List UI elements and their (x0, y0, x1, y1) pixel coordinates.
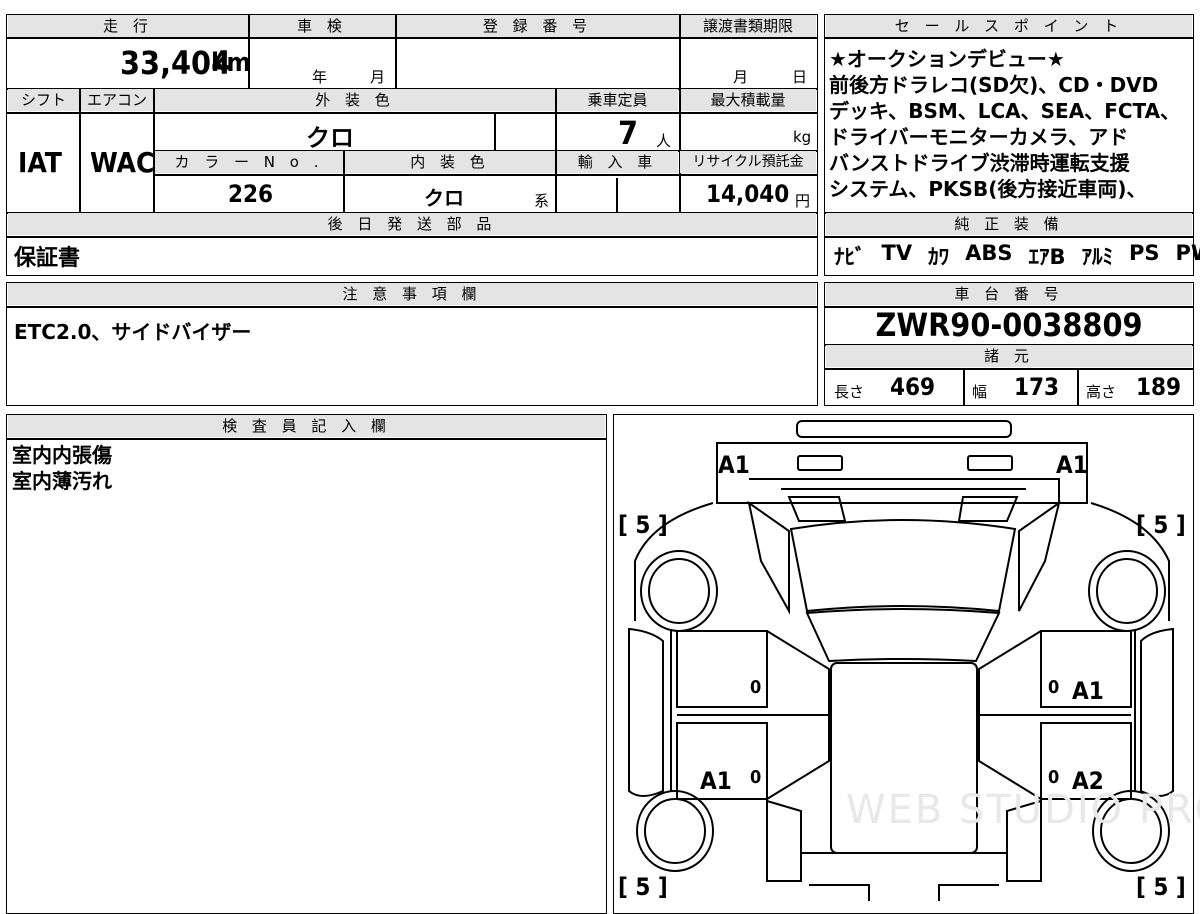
later-parts-value: 保証書 (14, 240, 80, 272)
import-header: 輸 入 車 (557, 151, 678, 173)
handle-mark-right-front: 0 (1048, 677, 1059, 698)
equipment-item: ABS (965, 241, 1012, 271)
equipment-item: PS (1129, 241, 1160, 271)
handle-mark-right-rear: 0 (1048, 767, 1059, 788)
width-value: 173 (1014, 373, 1059, 401)
capacity-header: 乗車定員 (557, 89, 678, 111)
notes-text: ETC2.0、サイドバイザー (14, 316, 251, 345)
transfer-deadline-header: 譲渡書類期限 (680, 15, 816, 37)
width-label: 幅 (972, 381, 987, 402)
damage-diagram: A1 A1 [ 5 ] [ 5 ] 0 0 A1 A1 0 0 A2 [ 5 ]… (613, 414, 1194, 914)
shaken-year: 年 (312, 66, 327, 87)
equipment-item: PW (1176, 241, 1200, 271)
recycle-unit: 円 (795, 190, 810, 211)
tire-mark-rear-right: [ 5 ] (1136, 873, 1186, 901)
transfer-day: 日 (792, 66, 807, 87)
tire-mark-front-right: [ 5 ] (1136, 511, 1186, 539)
sales-point-line: デッキ、BSM、LCA、SEA、FCTA、 (829, 98, 1180, 124)
equipment-item: ｱﾙﾐ (1081, 241, 1113, 271)
inspector-line: 室内薄汚れ (12, 468, 112, 494)
handle-mark-left-rear: 0 (750, 767, 761, 788)
ac-header: エアコン (81, 89, 153, 111)
sales-points-header: セ ー ル ス ポ イ ン ト (826, 15, 1192, 37)
int-color-value: クロ (424, 182, 464, 211)
sales-point-line: ドライバーモニターカメラ、アド (829, 124, 1180, 150)
sales-point-line: バンストドライブ渋滞時運転支援 (829, 150, 1180, 176)
height-label: 高さ (1086, 381, 1116, 402)
sales-point-line: ★オークションデビュー★ (829, 46, 1180, 72)
mileage-unit: km (211, 48, 251, 78)
watermark: WEB STUDIO PRO (846, 787, 1200, 833)
length-value: 469 (890, 373, 935, 401)
shaken-header: 車 検 (249, 15, 395, 37)
sales-point-line: 前後方ドラレコ(SD欠)、CD・DVD (829, 72, 1180, 98)
shift-header: シフト (8, 89, 79, 111)
chassis-number: ZWR90-0038809 (826, 306, 1192, 344)
inspector-line: 室内内張傷 (12, 442, 112, 468)
shaken-month: 月 (370, 66, 385, 87)
damage-mark-right-front-door: A1 (1072, 677, 1104, 705)
tire-mark-front-left: [ 5 ] (618, 511, 668, 539)
int-color-header: 内 装 色 (345, 151, 555, 173)
tire-mark-rear-left: [ 5 ] (618, 873, 668, 901)
equipment-item: ｴｱB (1028, 241, 1065, 271)
ext-color-value: クロ (306, 118, 354, 153)
color-no-header: カ ラ ー N o . (155, 151, 343, 173)
sales-points-list: ★オークションデビュー★ 前後方ドラレコ(SD欠)、CD・DVD デッキ、BSM… (829, 46, 1180, 202)
recycle-value: 14,040 (706, 180, 789, 208)
shift-value: IAT (18, 146, 62, 179)
inspector-notes: 室内内張傷 室内薄汚れ (12, 442, 112, 494)
capacity-value: 7 (618, 114, 638, 152)
color-no-value: 226 (228, 180, 273, 208)
height-value: 189 (1136, 373, 1181, 401)
mileage-header: 走 行 (8, 15, 248, 37)
ac-value: WAC (90, 146, 155, 179)
damage-mark-front-left: A1 (718, 451, 750, 479)
chassis-header: 車 台 番 号 (826, 283, 1192, 305)
transfer-month: 月 (733, 66, 748, 87)
int-color-suffix: 系 (534, 190, 549, 211)
damage-mark-front-right: A1 (1056, 451, 1088, 479)
max-load-header: 最大積載量 (680, 89, 816, 111)
spec-header: 諸 元 (826, 345, 1192, 367)
notes-header: 注 意 事 項 欄 (8, 283, 816, 305)
recycle-header: リサイクル預託金 (680, 151, 816, 173)
inspector-header: 検 査 員 記 入 欄 (8, 415, 605, 437)
equipment-list: ﾅﾋﾞ TV ｶﾜ ABS ｴｱB ｱﾙﾐ PS PW (834, 241, 1200, 271)
later-parts-header: 後 日 発 送 部 品 (8, 213, 816, 235)
equipment-item: ﾅﾋﾞ (834, 241, 866, 271)
equipment-item: TV (882, 241, 913, 271)
ext-color-header: 外 装 色 (155, 89, 555, 111)
reg-no-header: 登 録 番 号 (396, 15, 679, 37)
equipment-header: 純 正 装 備 (826, 213, 1192, 235)
max-load-unit: kg (793, 128, 811, 146)
capacity-unit: 人 (656, 130, 671, 151)
damage-mark-left-rear-door: A1 (700, 767, 732, 795)
length-label: 長さ (834, 381, 864, 402)
handle-mark-left-front: 0 (750, 677, 761, 698)
equipment-item: ｶﾜ (928, 241, 949, 271)
sales-point-line: システム、PKSB(後方接近車両)、 (829, 176, 1180, 202)
